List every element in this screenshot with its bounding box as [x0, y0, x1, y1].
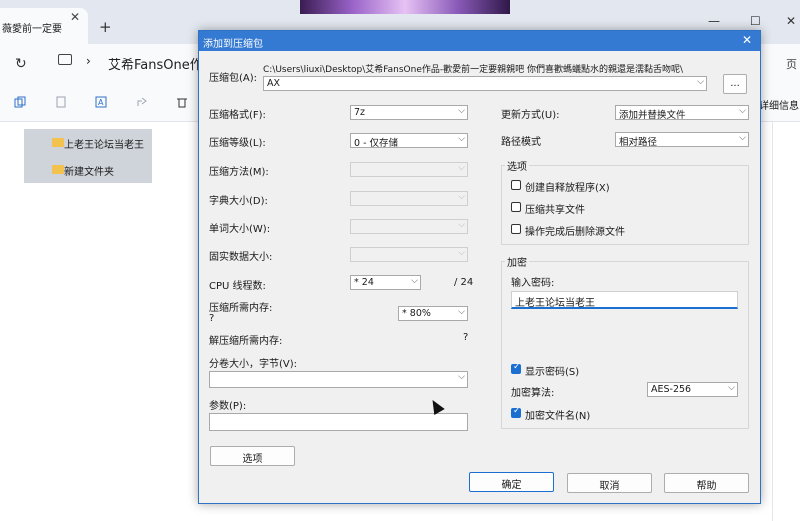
chevron-down-icon: ⌵	[739, 133, 746, 143]
show-password-checkbox[interactable]	[511, 362, 521, 374]
chevron-down-icon: ⌵	[739, 106, 746, 116]
mem-select[interactable]: * 80% ⌵	[398, 306, 468, 321]
sfx-label: 创建自释放程序(X)	[525, 183, 610, 194]
monitor-icon[interactable]	[58, 54, 72, 65]
folder-icon	[52, 138, 64, 147]
svg-text:A: A	[98, 98, 104, 107]
archive-label: 压缩包(A):	[209, 73, 258, 84]
password-input[interactable]: 上老王论坛当老王	[511, 291, 738, 309]
pathmode-label: 路径模式	[501, 137, 541, 148]
password-label: 输入密码:	[511, 278, 555, 289]
new-tab-button[interactable]: +	[99, 18, 112, 36]
cancel-button[interactable]: 取消	[567, 473, 652, 493]
format-label: 压缩格式(F):	[209, 110, 266, 121]
background-photo-strip	[300, 0, 510, 14]
paste-icon[interactable]	[55, 96, 67, 108]
decomp-label: 解压缩所需内存:	[209, 336, 283, 347]
chevron-down-icon: ⌵	[458, 307, 465, 317]
chevron-down-icon: ⌵	[458, 248, 465, 258]
dict-label: 字典大小(D):	[209, 196, 268, 207]
refresh-icon[interactable]: ↻	[15, 56, 27, 72]
archive-name-combo[interactable]: AX ⌵	[263, 76, 707, 91]
level-label: 压缩等级(L):	[209, 138, 266, 149]
cpu-label: CPU 线程数:	[209, 281, 266, 292]
level-select[interactable]: 0 - 仅存储 ⌵	[350, 133, 468, 148]
sfx-checkbox[interactable]	[511, 180, 521, 190]
delete-icon[interactable]	[176, 96, 188, 108]
dialog-title: 添加到压缩包	[203, 39, 263, 50]
options-group-label: 选项	[505, 158, 529, 173]
chevron-down-icon: ⌵	[697, 77, 704, 87]
split-combo[interactable]: ⌵	[209, 371, 468, 388]
chevron-down-icon: ⌵	[458, 106, 465, 116]
word-select: ⌵	[350, 219, 468, 234]
delete-source-checkbox[interactable]	[511, 224, 521, 234]
update-select[interactable]: 添加并替换文件 ⌵	[615, 105, 749, 120]
window-close-icon[interactable]: ✕	[786, 14, 796, 28]
dialog-close-icon[interactable]: ✕	[739, 33, 755, 47]
encrypt-names-label: 加密文件名(N)	[525, 411, 591, 422]
browse-button[interactable]: ...	[723, 74, 747, 94]
format-select[interactable]: 7z ⌵	[350, 105, 468, 120]
maximize-icon[interactable]: ☐	[750, 14, 761, 28]
tab-close-icon[interactable]: ✕	[70, 10, 80, 24]
encrypt-names-checkbox[interactable]	[511, 406, 521, 418]
chevron-down-icon: ⌵	[458, 163, 465, 173]
chevron-down-icon: ⌵	[458, 134, 465, 144]
archive-path: C:\Users\liuxi\Desktop\艾希FansOne作品-歡愛前一定…	[263, 65, 684, 75]
minimize-icon[interactable]: —	[708, 14, 720, 28]
cpu-select[interactable]: * 24 ⌵	[350, 275, 421, 290]
encryption-group-label: 加密	[505, 254, 529, 269]
chevron-down-icon: ⌵	[458, 372, 465, 382]
dialog-titlebar: 添加到压缩包 ✕	[199, 31, 760, 51]
enc-method-label: 加密算法:	[511, 388, 555, 399]
delete-source-label: 操作完成后删除源文件	[525, 227, 625, 238]
method-select: ⌵	[350, 162, 468, 177]
mem-label: 压缩所需内存:	[209, 303, 273, 314]
solid-select: ⌵	[350, 247, 468, 262]
chevron-right-icon: ›	[86, 54, 91, 68]
chevron-down-icon: ⌵	[458, 192, 465, 202]
rename-icon[interactable]: A	[95, 96, 107, 108]
chevron-down-icon: ⌵	[458, 220, 465, 230]
copy-icon[interactable]	[14, 96, 26, 108]
ok-button[interactable]: 确定	[469, 472, 554, 492]
enc-method-select[interactable]: AES-256 ⌵	[647, 382, 738, 397]
pathmode-select[interactable]: 相对路径 ⌵	[615, 132, 749, 147]
params-input[interactable]	[209, 413, 468, 431]
help-button[interactable]: 帮助	[664, 473, 749, 493]
folder-item[interactable]: 上老王论坛当老王	[24, 129, 152, 156]
cpu-total: / 24	[454, 277, 474, 288]
update-label: 更新方式(U):	[501, 110, 560, 121]
mem-question: ?	[209, 313, 215, 324]
pane-divider	[772, 122, 773, 521]
add-to-archive-dialog: 添加到压缩包 ✕ 压缩包(A): C:\Users\liuxi\Desktop\…	[198, 30, 761, 504]
method-label: 压缩方法(M):	[209, 167, 269, 178]
params-label: 参数(P):	[209, 401, 247, 412]
folder-item[interactable]: 新建文件夹	[24, 156, 152, 183]
breadcrumb-right-text: 页	[786, 58, 797, 71]
options-button[interactable]: 选项	[210, 446, 295, 466]
share-icon[interactable]	[136, 96, 148, 108]
folder-icon	[52, 165, 64, 174]
show-password-label: 显示密码(S)	[525, 367, 580, 378]
dict-select: ⌵	[350, 191, 468, 206]
split-label: 分卷大小，字节(V):	[209, 359, 298, 370]
word-label: 单词大小(W):	[209, 224, 271, 235]
shared-label: 压缩共享文件	[525, 205, 585, 216]
chevron-down-icon: ⌵	[411, 276, 418, 286]
details-button[interactable]: 详细信息	[759, 97, 799, 112]
decomp-question: ?	[463, 332, 469, 343]
solid-label: 固实数据大小:	[209, 252, 273, 263]
shared-checkbox[interactable]	[511, 202, 521, 212]
chevron-down-icon: ⌵	[728, 383, 735, 393]
